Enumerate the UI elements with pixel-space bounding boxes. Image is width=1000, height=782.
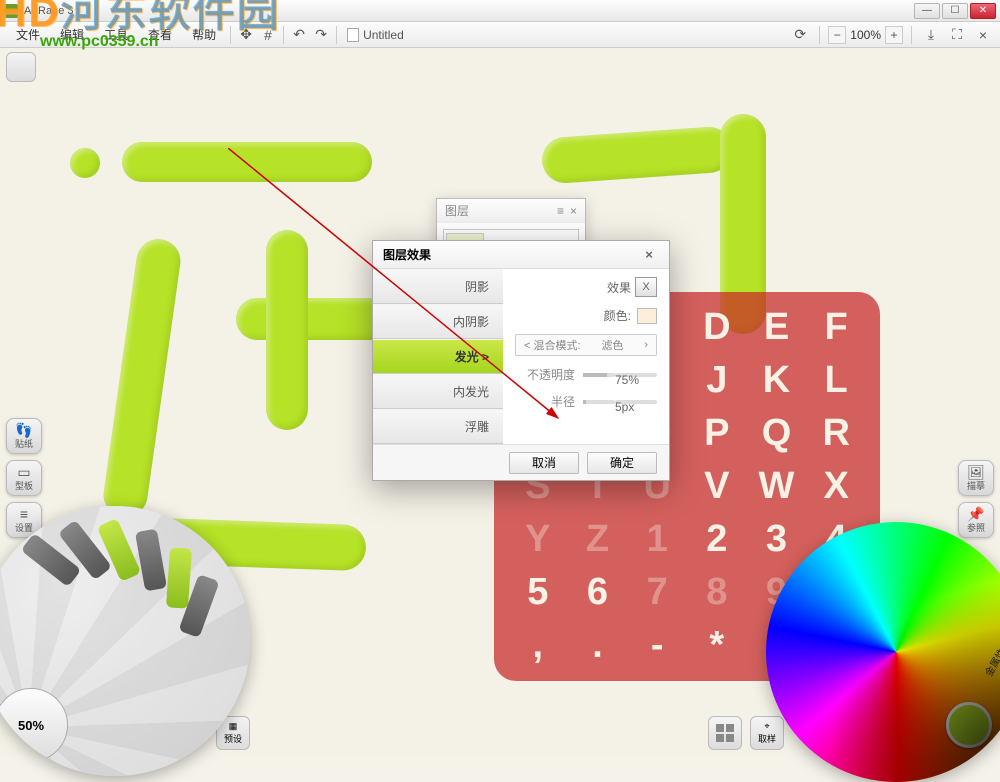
app-title: ArtRage 3: [24, 5, 74, 17]
radius-slider[interactable]: [583, 400, 615, 404]
color-grid-pod[interactable]: [708, 716, 742, 750]
fullscreen-icon[interactable]: ⛶: [946, 25, 968, 45]
brush-size-indicator[interactable]: 50%: [0, 688, 68, 762]
fit-screen-icon[interactable]: ⤓: [920, 25, 942, 45]
effect-shadow[interactable]: 阴影: [373, 269, 503, 304]
rotate-canvas-icon[interactable]: ⟳: [789, 25, 811, 45]
dialog-title: 图层效果: [383, 246, 431, 263]
layers-close-icon[interactable]: ×: [570, 204, 577, 218]
menu-view[interactable]: 查看: [138, 26, 182, 43]
close-button[interactable]: ✕: [970, 3, 996, 19]
menu-file[interactable]: 文件: [6, 26, 50, 43]
cancel-button[interactable]: 取消: [509, 452, 579, 474]
effect-inner-glow[interactable]: 内发光: [373, 374, 503, 409]
sample-pod[interactable]: ⌖取样: [750, 716, 784, 750]
layers-title: 图层: [445, 202, 469, 219]
radius-value[interactable]: 5px: [615, 400, 657, 404]
effect-toggle-label: 效果: [607, 279, 631, 296]
refs-pod[interactable]: 📌参照: [958, 502, 994, 538]
tracing-icon: 🖼: [967, 465, 985, 479]
canvas-nav-widget[interactable]: [6, 52, 36, 82]
minimize-button[interactable]: —: [914, 3, 940, 19]
opacity-value[interactable]: 75%: [615, 373, 657, 377]
opacity-slider[interactable]: [583, 373, 615, 377]
zoom-in-button[interactable]: +: [885, 26, 903, 44]
grid-tool-icon[interactable]: #: [257, 25, 279, 45]
eyedropper-icon: ⌖: [764, 721, 769, 732]
glow-color-swatch[interactable]: [637, 308, 657, 324]
stickers-pod[interactable]: 👣贴纸: [6, 418, 42, 454]
blend-mode-selector[interactable]: < 混合模式: 滤色 ›: [515, 334, 657, 356]
effect-toggle-button[interactable]: X: [635, 277, 657, 297]
move-tool-icon[interactable]: ✥: [235, 25, 257, 45]
metallic-label[interactable]: 金属性 0%: [980, 630, 1000, 678]
menu-edit[interactable]: 编辑: [50, 26, 94, 43]
ok-button[interactable]: 确定: [587, 452, 657, 474]
effect-inner-shadow[interactable]: 内阴影: [373, 304, 503, 339]
current-color-swător[interactable]: [946, 702, 992, 748]
hide-panels-icon[interactable]: ×: [972, 25, 994, 45]
effect-list: 阴影 内阴影 发光 > 内发光 浮雕: [373, 269, 503, 444]
document-name: Untitled: [363, 28, 404, 42]
zoom-control: − 100% +: [828, 26, 903, 44]
layers-menu-icon[interactable]: ≡: [557, 204, 564, 218]
opacity-label: 不透明度: [515, 366, 575, 383]
app-icon: [4, 4, 18, 18]
stencil-icon: ▭: [17, 465, 30, 479]
stencils-pod[interactable]: ▭型板: [6, 460, 42, 496]
zoom-value[interactable]: 100%: [848, 28, 883, 42]
effect-glow[interactable]: 发光 >: [373, 339, 503, 374]
menu-toolbar: 文件 编辑 工具 查看 帮助 ✥ # ↶ ↷ Untitled ⟳ − 100%…: [0, 22, 1000, 48]
color-label: 颜色:: [604, 307, 631, 324]
radius-label: 半径: [515, 393, 575, 410]
layer-effects-dialog: 图层效果 × 阴影 内阴影 发光 > 内发光 浮雕 效果 X 颜色:: [372, 240, 670, 481]
document-icon: [347, 28, 359, 42]
zoom-out-button[interactable]: −: [828, 26, 846, 44]
menu-help[interactable]: 帮助: [182, 26, 226, 43]
document-tab[interactable]: Untitled: [347, 28, 404, 42]
tracing-pod[interactable]: 🖼描摹: [958, 460, 994, 496]
footprint-icon: 👣: [15, 423, 32, 437]
chevron-right-icon: ›: [644, 339, 648, 351]
menu-tools[interactable]: 工具: [94, 26, 138, 43]
dialog-close-icon[interactable]: ×: [639, 246, 659, 264]
effect-emboss[interactable]: 浮雕: [373, 409, 503, 444]
undo-icon[interactable]: ↶: [288, 25, 310, 45]
redo-icon[interactable]: ↷: [310, 25, 332, 45]
tool-picker-wheel[interactable]: 50%: [0, 506, 250, 776]
pin-icon: 📌: [967, 507, 984, 521]
window-titlebar: ArtRage 3 — ☐ ✕: [0, 0, 1000, 22]
maximize-button[interactable]: ☐: [942, 3, 968, 19]
